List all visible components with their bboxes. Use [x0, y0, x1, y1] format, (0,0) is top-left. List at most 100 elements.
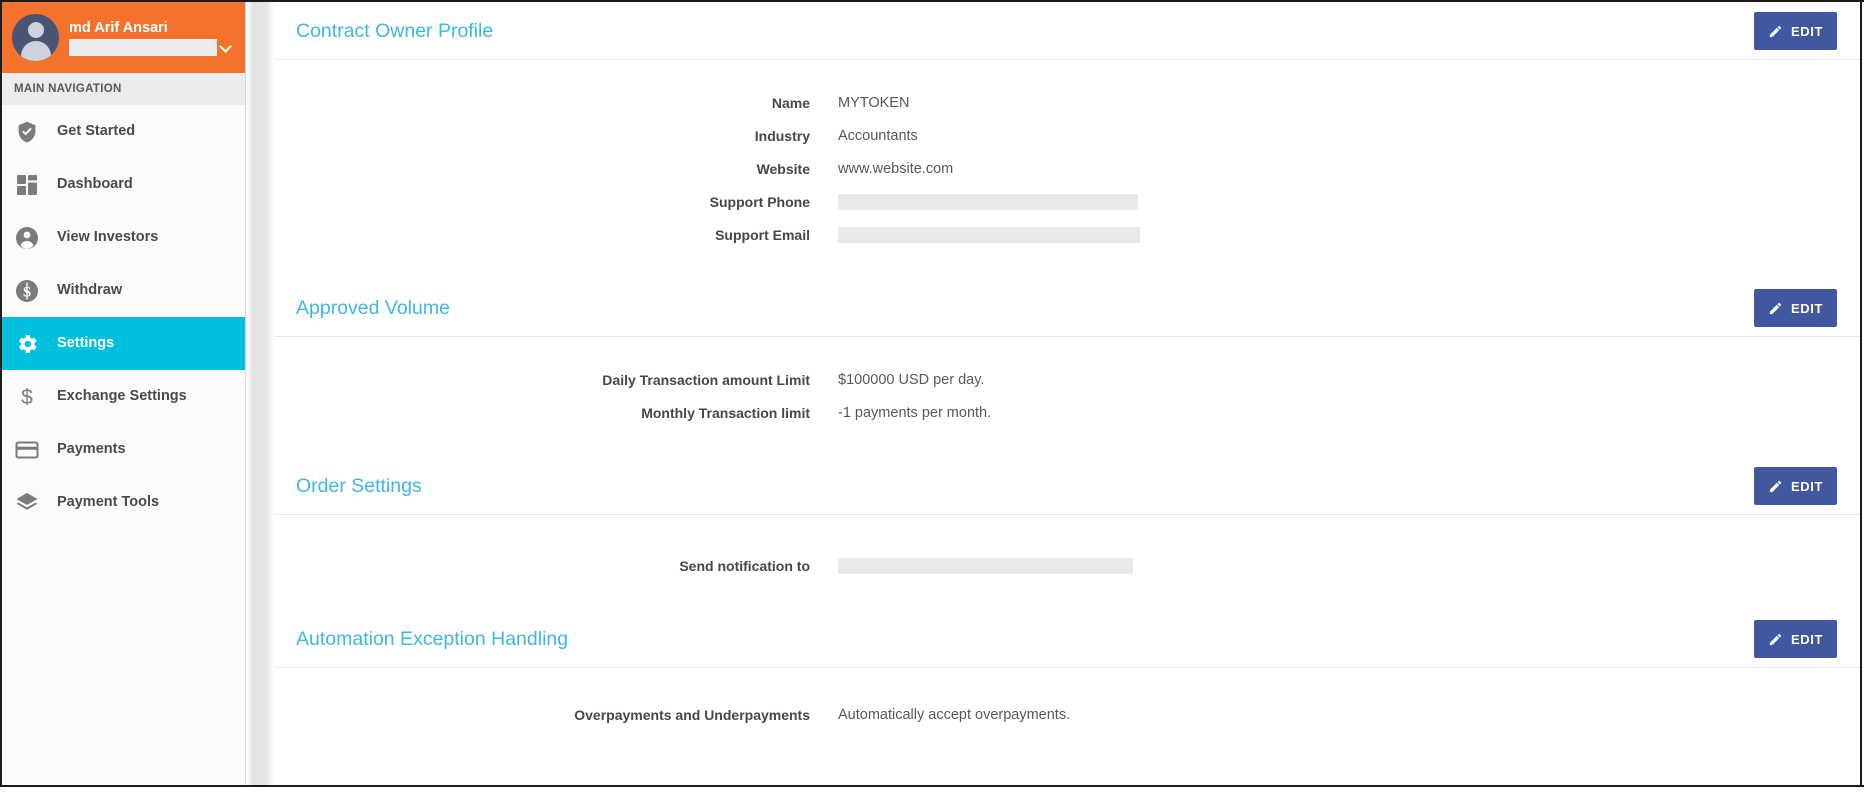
sidebar-user-header[interactable]: md Arif Ansari — [2, 2, 245, 73]
edit-button-label: EDIT — [1791, 301, 1823, 316]
redaction-bar — [838, 194, 1138, 210]
sidebar-item-label: Get Started — [57, 123, 135, 140]
field-label: Support Phone — [274, 193, 838, 211]
field-value: Accountants — [838, 127, 918, 145]
redaction-bar — [838, 558, 1133, 574]
sidebar-item-label: Exchange Settings — [57, 388, 187, 405]
field-value: MYTOKEN — [838, 94, 909, 112]
sidebar-item-label: View Investors — [57, 229, 158, 246]
sidebar: md Arif Ansari MAIN NAVIGATION Get Start… — [2, 2, 246, 785]
field-row: Website www.website.com — [274, 152, 1860, 185]
field-row: Daily Transaction amount Limit $100000 U… — [274, 363, 1860, 396]
sidebar-user-email-redacted — [69, 39, 217, 56]
field-value-redacted — [838, 227, 1140, 243]
sidebar-item-payments[interactable]: Payments — [2, 423, 245, 476]
sidebar-item-label: Dashboard — [57, 176, 133, 193]
sidebar-item-get-started[interactable]: Get Started — [2, 105, 245, 158]
edit-button-order-settings[interactable]: EDIT — [1754, 467, 1837, 505]
sidebar-item-settings[interactable]: Settings — [2, 317, 245, 370]
panel-body: Send notification to — [274, 515, 1860, 582]
redaction-bar — [838, 227, 1140, 243]
field-value: www.website.com — [838, 160, 953, 178]
field-label: Website — [274, 160, 838, 178]
field-row: Support Phone — [274, 185, 1860, 218]
pencil-icon — [1768, 24, 1783, 39]
sidebar-item-dashboard[interactable]: Dashboard — [2, 158, 245, 211]
section-title: Automation Exception Handling — [296, 627, 568, 651]
shield-check-icon — [14, 119, 40, 145]
field-label: Monthly Transaction limit — [274, 404, 838, 422]
sidebar-item-view-investors[interactable]: View Investors — [2, 211, 245, 264]
frame-border-bottom — [0, 785, 1864, 787]
main-content: Contract Owner Profile EDIT Name MYTOKEN… — [274, 2, 1860, 785]
field-label: Name — [274, 94, 838, 112]
field-value: -1 payments per month. — [838, 404, 991, 422]
edit-button-contract-owner-profile[interactable]: EDIT — [1754, 12, 1837, 50]
panel-header: Order Settings EDIT — [274, 457, 1860, 515]
panel-order-settings: Order Settings EDIT Send notification to — [274, 457, 1860, 582]
field-value: $100000 USD per day. — [838, 371, 984, 389]
edit-button-approved-volume[interactable]: EDIT — [1754, 289, 1837, 327]
field-row: Industry Accountants — [274, 119, 1860, 152]
field-row: Send notification to — [274, 549, 1860, 582]
layers-icon — [14, 490, 40, 516]
field-label: Daily Transaction amount Limit — [274, 371, 838, 389]
dollar-sign-icon: $ — [14, 384, 40, 410]
sidebar-item-payment-tools[interactable]: Payment Tools — [2, 476, 245, 529]
section-title: Approved Volume — [296, 296, 450, 320]
sidebar-content-gutter — [247, 2, 274, 785]
panel-header: Automation Exception Handling EDIT — [274, 610, 1860, 668]
panel-body: Overpayments and Underpayments Automatic… — [274, 668, 1860, 731]
page-title: Contract Owner Profile — [296, 19, 493, 43]
main-navigation: Get Started Dashboard — [2, 105, 245, 529]
panel-automation-exception-handling: Automation Exception Handling EDIT Overp… — [274, 610, 1860, 731]
dollar-circle-icon: S — [14, 278, 40, 304]
pencil-icon — [1768, 479, 1783, 494]
field-label: Support Email — [274, 226, 838, 244]
field-row: Support Email — [274, 218, 1860, 251]
svg-text:$: $ — [21, 386, 33, 409]
app-screenshot: md Arif Ansari MAIN NAVIGATION Get Start… — [0, 0, 1864, 792]
panel-header: Approved Volume EDIT — [274, 279, 1860, 337]
sidebar-user-name: md Arif Ansari — [69, 20, 235, 37]
sidebar-item-label: Payment Tools — [57, 494, 159, 511]
sidebar-item-label: Payments — [57, 441, 126, 458]
field-value-redacted — [838, 194, 1138, 210]
person-circle-icon — [14, 225, 40, 251]
avatar — [12, 14, 59, 61]
chevron-down-icon[interactable] — [220, 41, 232, 53]
sidebar-item-label: Withdraw — [57, 282, 122, 299]
sidebar-user-info: md Arif Ansari — [69, 20, 235, 56]
frame-border-left — [0, 0, 2, 787]
field-label: Send notification to — [274, 557, 838, 575]
edit-button-label: EDIT — [1791, 24, 1823, 39]
field-row: Monthly Transaction limit -1 payments pe… — [274, 396, 1860, 429]
field-row: Overpayments and Underpayments Automatic… — [274, 698, 1860, 731]
section-title: Order Settings — [296, 474, 422, 498]
field-row: Name MYTOKEN — [274, 86, 1860, 119]
field-value: Automatically accept overpayments. — [838, 706, 1070, 724]
panel-body: Daily Transaction amount Limit $100000 U… — [274, 337, 1860, 429]
credit-card-icon — [14, 437, 40, 463]
pencil-icon — [1768, 632, 1783, 647]
edit-button-label: EDIT — [1791, 632, 1823, 647]
panel-approved-volume: Approved Volume EDIT Daily Transaction a… — [274, 279, 1860, 429]
edit-button-label: EDIT — [1791, 479, 1823, 494]
sidebar-item-label: Settings — [57, 335, 114, 352]
nav-section-title: MAIN NAVIGATION — [2, 73, 245, 105]
sidebar-item-exchange-settings[interactable]: $ Exchange Settings — [2, 370, 245, 423]
sidebar-user-email-row[interactable] — [69, 39, 235, 56]
edit-button-automation-exception-handling[interactable]: EDIT — [1754, 620, 1837, 658]
pencil-icon — [1768, 301, 1783, 316]
dashboard-grid-icon — [14, 172, 40, 198]
sidebar-item-withdraw[interactable]: S Withdraw — [2, 264, 245, 317]
frame-border-top — [0, 0, 1864, 2]
frame-border-right — [1860, 0, 1862, 787]
panel-contract-owner-profile: Contract Owner Profile EDIT Name MYTOKEN… — [274, 2, 1860, 251]
field-label: Industry — [274, 127, 838, 145]
field-label: Overpayments and Underpayments — [274, 706, 838, 724]
gear-icon — [14, 331, 40, 357]
field-value-redacted — [838, 558, 1133, 574]
panel-body: Name MYTOKEN Industry Accountants Websit… — [274, 60, 1860, 251]
panel-header: Contract Owner Profile EDIT — [274, 2, 1860, 60]
